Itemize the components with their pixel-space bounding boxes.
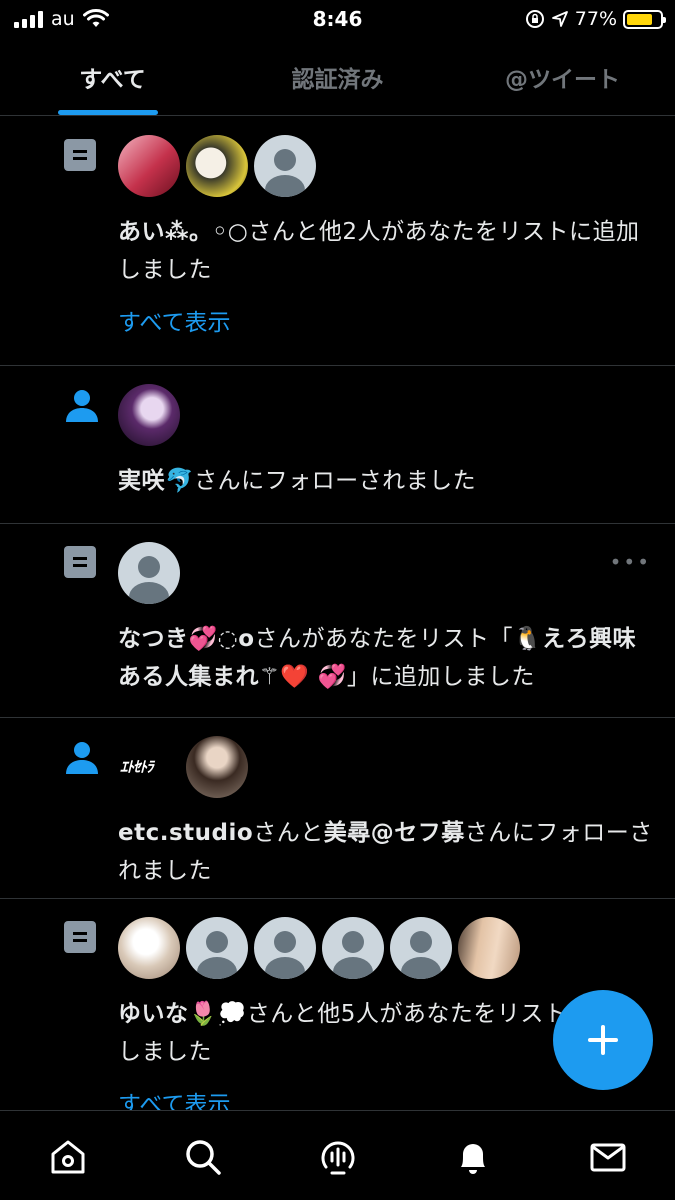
avatar[interactable] bbox=[186, 135, 248, 197]
user-name[interactable]: etc.studio bbox=[118, 820, 253, 846]
user-name[interactable]: あい⁂。◦○ bbox=[118, 219, 248, 245]
avatar-row bbox=[118, 384, 655, 448]
notification-text: あい⁂。◦○さんと他2人があなたをリストに追加しました bbox=[118, 213, 655, 289]
notification-message: さんにフォローされました bbox=[194, 468, 477, 494]
avatar-row: ｴﾄｾﾄﾗ bbox=[118, 736, 655, 800]
battery-level bbox=[627, 13, 652, 25]
notification-message-end: 」に追加しました bbox=[346, 664, 535, 690]
tab-verified[interactable]: 認証済み bbox=[225, 50, 450, 115]
avatar[interactable] bbox=[390, 917, 452, 979]
avatar[interactable]: ｴﾄｾﾄﾗ bbox=[118, 736, 180, 798]
studio-logo: ｴﾄｾﾄﾗ bbox=[120, 758, 154, 776]
battery-icon bbox=[623, 9, 666, 29]
avatar-row bbox=[118, 542, 655, 606]
notification-text: etc.studioさんと美尋@セフ募さんにフォローされました bbox=[118, 814, 655, 890]
list-icon bbox=[64, 921, 96, 953]
avatar[interactable] bbox=[254, 135, 316, 197]
notification-message: さんと bbox=[253, 820, 324, 846]
tab-mentions[interactable]: @ツイート bbox=[450, 50, 675, 115]
notification-tabs: すべて 認証済み @ツイート bbox=[0, 50, 675, 116]
battery-percent: 77% bbox=[574, 8, 617, 30]
orientation-lock-icon bbox=[525, 10, 544, 28]
notification-feed: あい⁂。◦○さんと他2人があなたをリストに追加しました すべて表示 実咲🐬さんに… bbox=[0, 117, 675, 1110]
avatar[interactable] bbox=[322, 917, 384, 979]
nav-notifications[interactable] bbox=[405, 1111, 540, 1200]
home-icon bbox=[51, 1140, 84, 1174]
user-name[interactable]: ゆいな🌷💭 bbox=[118, 1001, 247, 1027]
nav-home[interactable] bbox=[0, 1111, 135, 1200]
list-icon bbox=[64, 546, 96, 578]
avatar-row bbox=[118, 917, 655, 981]
avatar[interactable] bbox=[254, 917, 316, 979]
notification-list-add[interactable]: あい⁂。◦○さんと他2人があなたをリストに追加しました すべて表示 bbox=[0, 117, 675, 366]
show-all-link[interactable]: すべて表示 bbox=[118, 303, 655, 337]
compose-button[interactable] bbox=[553, 990, 653, 1090]
avatar[interactable] bbox=[186, 917, 248, 979]
notification-message: さんがあなたをリスト「🐧 bbox=[254, 626, 543, 652]
user-name[interactable]: 美尋@セフ募 bbox=[324, 820, 465, 846]
more-options-icon[interactable]: ••• bbox=[610, 550, 651, 574]
status-right: 77% bbox=[525, 8, 666, 30]
notification-text: 実咲🐬さんにフォローされました bbox=[118, 462, 655, 500]
person-icon bbox=[64, 388, 98, 422]
show-all-link[interactable]: すべて表示 bbox=[118, 1085, 655, 1110]
bell-icon bbox=[460, 1144, 485, 1174]
location-icon bbox=[551, 11, 568, 27]
envelope-icon bbox=[590, 1143, 625, 1172]
status-bar: au 8:46 77% bbox=[0, 0, 675, 38]
spaces-icon bbox=[321, 1141, 354, 1175]
notification-follow[interactable]: 実咲🐬さんにフォローされました bbox=[0, 366, 675, 524]
avatar[interactable] bbox=[118, 384, 180, 446]
nav-search[interactable] bbox=[135, 1111, 270, 1200]
avatar[interactable] bbox=[118, 917, 180, 979]
avatar[interactable] bbox=[186, 736, 248, 798]
tab-all[interactable]: すべて bbox=[0, 50, 225, 115]
avatar-row bbox=[118, 135, 655, 199]
avatar[interactable] bbox=[118, 135, 180, 197]
avatar[interactable] bbox=[458, 917, 520, 979]
list-icon bbox=[64, 139, 96, 171]
user-name[interactable]: 実咲🐬 bbox=[118, 468, 194, 494]
notification-follow[interactable]: ｴﾄｾﾄﾗ etc.studioさんと美尋@セフ募さんにフォローされました bbox=[0, 718, 675, 899]
nav-messages[interactable] bbox=[540, 1111, 675, 1200]
nav-spaces[interactable] bbox=[270, 1111, 405, 1200]
bottom-nav bbox=[0, 1110, 675, 1200]
person-icon bbox=[64, 740, 98, 774]
avatar[interactable] bbox=[118, 542, 180, 604]
notification-list-add[interactable]: ••• なつき💞◌oさんがあなたをリスト「🐧えろ興味ある人集まれ⚚❤️ 💞」に追… bbox=[0, 524, 675, 718]
user-name[interactable]: なつき💞◌o bbox=[118, 626, 255, 652]
search-icon bbox=[185, 1140, 221, 1175]
notification-text: なつき💞◌oさんがあなたをリスト「🐧えろ興味ある人集まれ⚚❤️ 💞」に追加しまし… bbox=[118, 620, 655, 696]
